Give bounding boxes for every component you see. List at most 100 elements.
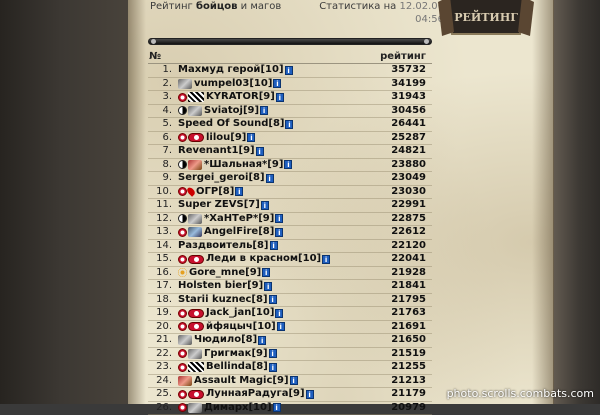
pin-icon[interactable] bbox=[186, 186, 197, 197]
info-icon[interactable]: i bbox=[273, 403, 281, 412]
clan-emblem-icon[interactable] bbox=[188, 106, 202, 116]
player-name-link[interactable]: Чюдило bbox=[194, 334, 241, 347]
clan-sign-icon[interactable] bbox=[178, 255, 187, 264]
clan-sign-icon[interactable] bbox=[178, 403, 187, 412]
eye-icon[interactable] bbox=[188, 133, 204, 142]
eye-icon[interactable] bbox=[188, 309, 204, 318]
info-icon[interactable]: i bbox=[262, 268, 270, 277]
clan-emblem-icon[interactable] bbox=[188, 214, 202, 224]
player-name-link[interactable]: Speed Of Sound bbox=[178, 118, 268, 131]
info-icon[interactable]: i bbox=[270, 241, 278, 250]
player-name-link[interactable]: Jack_jan bbox=[206, 307, 251, 320]
player-name-link[interactable]: ЛуннаяРадуга bbox=[206, 388, 288, 401]
info-icon[interactable]: i bbox=[306, 390, 314, 399]
info-icon[interactable]: i bbox=[322, 255, 330, 264]
player-name-link[interactable]: *ХаНТеР* bbox=[204, 213, 258, 226]
clan-icons bbox=[178, 160, 203, 170]
player-name-link[interactable]: Holsten bier bbox=[178, 280, 247, 293]
player-name-link[interactable]: *Шальная* bbox=[204, 159, 267, 172]
eye-icon[interactable] bbox=[188, 255, 204, 264]
sun-icon[interactable] bbox=[178, 268, 187, 277]
info-icon[interactable]: i bbox=[269, 363, 277, 372]
info-icon[interactable]: i bbox=[269, 349, 277, 358]
player-level: [8] bbox=[268, 118, 284, 131]
col-name-header bbox=[179, 50, 350, 63]
player-name-link[interactable]: KYRATOR bbox=[206, 91, 259, 104]
info-icon[interactable]: i bbox=[275, 228, 283, 237]
checkered-flag-icon[interactable] bbox=[188, 362, 204, 372]
eye-icon[interactable] bbox=[188, 390, 204, 399]
rating-badge-icon: РЕЙТИНГ bbox=[436, 0, 536, 38]
rating-table: № рейтинг 1.Махмуд герой [10]i357322.vum… bbox=[148, 50, 432, 415]
info-icon[interactable]: i bbox=[285, 66, 293, 75]
eye-icon[interactable] bbox=[188, 322, 204, 331]
player-name-link[interactable]: Revenant1 bbox=[178, 145, 239, 158]
clan-sign-icon[interactable] bbox=[178, 322, 187, 331]
info-icon[interactable]: i bbox=[273, 79, 281, 88]
player-cell: Раздвоитель [8]i bbox=[178, 240, 350, 253]
player-name-link[interactable]: Раздвоитель bbox=[178, 240, 252, 253]
info-icon[interactable]: i bbox=[276, 93, 284, 102]
player-name-link[interactable]: Sergei_geroi bbox=[178, 172, 248, 185]
player-name-link[interactable]: Григмак bbox=[204, 348, 251, 361]
clan-icons bbox=[178, 227, 203, 237]
player-name-link[interactable]: Assault Magic bbox=[194, 375, 272, 388]
player-name-link[interactable]: vumpel03 bbox=[194, 78, 249, 91]
clan-sign-icon[interactable] bbox=[178, 228, 187, 237]
player-cell: Speed Of Sound [8]i bbox=[178, 118, 350, 131]
player-name-link[interactable]: Gore_mne bbox=[189, 267, 245, 280]
checkered-flag-icon[interactable] bbox=[188, 92, 204, 102]
info-icon[interactable]: i bbox=[275, 214, 283, 223]
info-icon[interactable]: i bbox=[269, 295, 277, 304]
clan-sign-icon[interactable] bbox=[178, 93, 187, 102]
clan-emblem-icon[interactable] bbox=[188, 403, 202, 413]
table-row: 8.*Шальная* [9]i23880 bbox=[148, 159, 432, 173]
clan-sign-icon[interactable] bbox=[178, 363, 187, 372]
info-icon[interactable]: i bbox=[260, 106, 268, 115]
info-icon[interactable]: i bbox=[256, 147, 264, 156]
clan-emblem-icon[interactable] bbox=[188, 160, 202, 170]
info-icon[interactable]: i bbox=[285, 120, 293, 129]
rank-number: 7. bbox=[148, 145, 178, 158]
player-name-link[interactable]: Димарх bbox=[204, 402, 248, 415]
table-row: 20.йфяцыч [10]i21691 bbox=[148, 321, 432, 335]
clan-sign-icon[interactable] bbox=[178, 309, 187, 318]
info-icon[interactable]: i bbox=[261, 201, 269, 210]
player-name-link[interactable]: йфяцыч bbox=[206, 321, 253, 334]
clan-sign-icon[interactable] bbox=[178, 349, 187, 358]
info-icon[interactable]: i bbox=[247, 133, 255, 142]
info-icon[interactable]: i bbox=[290, 376, 298, 385]
player-name-link[interactable]: AngelFire bbox=[204, 226, 258, 239]
info-icon[interactable]: i bbox=[264, 282, 272, 291]
info-icon[interactable]: i bbox=[266, 174, 274, 183]
clan-sign-icon[interactable] bbox=[178, 187, 187, 196]
rating-value: 23880 bbox=[350, 159, 432, 172]
player-name-link[interactable]: Махмуд герой bbox=[178, 64, 260, 77]
yin-yang-icon[interactable] bbox=[178, 214, 187, 223]
clan-emblem-icon[interactable] bbox=[178, 335, 192, 345]
player-name-link[interactable]: ОГР bbox=[196, 186, 218, 199]
rank-number: 5. bbox=[148, 118, 178, 131]
info-icon[interactable]: i bbox=[275, 309, 283, 318]
player-level: [8] bbox=[218, 186, 234, 199]
yin-yang-icon[interactable] bbox=[178, 106, 187, 115]
player-name-link[interactable]: Starii kuznec bbox=[178, 294, 251, 307]
clan-emblem-icon[interactable] bbox=[178, 376, 192, 386]
clan-sign-icon[interactable] bbox=[178, 133, 187, 142]
info-icon[interactable]: i bbox=[284, 160, 292, 169]
rating-value: 23049 bbox=[350, 172, 432, 185]
clan-emblem-icon[interactable] bbox=[188, 349, 202, 359]
info-icon[interactable]: i bbox=[235, 187, 243, 196]
clan-sign-icon[interactable] bbox=[178, 390, 187, 399]
yin-yang-icon[interactable] bbox=[178, 160, 187, 169]
player-name-link[interactable]: Леди в красном bbox=[206, 253, 298, 266]
info-icon[interactable]: i bbox=[277, 322, 285, 331]
clan-emblem-icon[interactable] bbox=[178, 79, 192, 89]
player-name-link[interactable]: Bellinda bbox=[206, 361, 252, 374]
player-name-link[interactable]: Sviatoj bbox=[204, 105, 243, 118]
player-name-link[interactable]: lilou bbox=[206, 132, 230, 145]
player-name-link[interactable]: Super ZEVS bbox=[178, 199, 244, 212]
rating-value: 22875 bbox=[350, 213, 432, 226]
clan-emblem-icon[interactable] bbox=[188, 227, 202, 237]
info-icon[interactable]: i bbox=[258, 336, 266, 345]
